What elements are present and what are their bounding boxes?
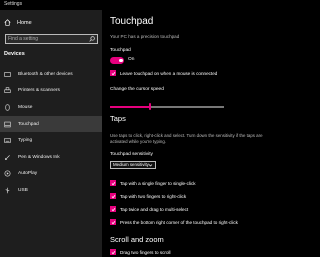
checkmark-icon xyxy=(111,220,115,224)
corner-right-click-label: Press the bottom right corner of the tou… xyxy=(120,220,238,225)
single-click-label: Tap with a single finger to single-click xyxy=(120,181,196,186)
taps-description: Use taps to click, right-click and selec… xyxy=(110,133,263,144)
multi-select-checkbox[interactable] xyxy=(110,206,116,212)
leave-on-checkbox[interactable] xyxy=(110,70,116,76)
sidebar-item-label: Touchpad xyxy=(18,121,39,127)
page-subtitle: Your PC has a precision touchpad xyxy=(110,34,180,39)
sidebar-item-label: Typing xyxy=(18,138,33,144)
sidebar-item-label: AutoPlay xyxy=(18,171,38,177)
checkmark-icon xyxy=(111,181,115,185)
scroll-zoom-heading: Scroll and zoom xyxy=(110,235,164,244)
sidebar-item-printers[interactable]: Printers & scanners xyxy=(0,83,102,100)
drag-scroll-checkbox[interactable] xyxy=(110,249,116,255)
search-input[interactable] xyxy=(8,35,84,43)
search-icon[interactable] xyxy=(89,36,95,42)
sidebar-item-mouse[interactable]: Mouse xyxy=(0,99,102,116)
sidebar-item-typing[interactable]: Typing xyxy=(0,132,102,149)
checkmark-icon xyxy=(111,250,115,254)
keyboard-icon xyxy=(4,137,11,144)
right-click-label: Tap with two fingers to right-click xyxy=(120,194,187,199)
sidebar-item-usb[interactable]: USB xyxy=(0,182,102,199)
sidebar: Home Devices Bluetooth & other devices P… xyxy=(0,10,102,257)
home-label: Home xyxy=(17,19,32,26)
sidebar-item-touchpad[interactable]: Touchpad xyxy=(0,115,102,133)
slider-fill xyxy=(110,106,150,108)
pen-icon xyxy=(4,154,11,161)
sidebar-item-label: Printers & scanners xyxy=(18,88,60,94)
printer-icon xyxy=(4,87,11,94)
multi-select-label: Tap twice and drag to multi-select xyxy=(120,207,189,212)
checkmark-icon xyxy=(111,194,115,198)
cursor-speed-slider[interactable] xyxy=(110,103,224,110)
sidebar-item-pen[interactable]: Pen & Windows Ink xyxy=(0,149,102,166)
right-click-checkbox[interactable] xyxy=(110,193,116,199)
bluetooth-icon xyxy=(4,71,11,78)
toggle-state-text: On xyxy=(128,57,135,62)
usb-icon xyxy=(4,187,11,194)
sensitivity-value: Medium sensitivity xyxy=(113,162,149,167)
taps-heading: Taps xyxy=(110,114,126,123)
sidebar-item-autoplay[interactable]: AutoPlay xyxy=(0,166,102,183)
page-title: Touchpad xyxy=(110,16,154,27)
corner-right-click-checkbox[interactable] xyxy=(110,219,116,225)
touchpad-toggle-label: Touchpad xyxy=(110,48,131,53)
home-button[interactable]: Home xyxy=(4,19,32,26)
app-title: Settings xyxy=(4,1,23,7)
sensitivity-dropdown[interactable]: Medium sensitivity xyxy=(110,161,156,169)
sidebar-item-bluetooth[interactable]: Bluetooth & other devices xyxy=(0,66,102,83)
sidebar-item-label: Pen & Windows Ink xyxy=(18,154,60,160)
sidebar-item-label: USB xyxy=(18,187,28,193)
cursor-speed-label: Change the cursor speed xyxy=(110,87,164,92)
autoplay-icon xyxy=(4,170,11,177)
touchpad-toggle[interactable] xyxy=(110,57,124,64)
chevron-down-icon xyxy=(148,164,153,167)
sidebar-item-label: Mouse xyxy=(18,104,33,110)
mouse-icon xyxy=(4,104,11,111)
title-bar: Settings xyxy=(0,0,300,10)
single-click-checkbox[interactable] xyxy=(110,180,116,186)
sidebar-item-label: Bluetooth & other devices xyxy=(18,71,73,77)
checkmark-icon xyxy=(111,207,115,211)
sidebar-nav: Bluetooth & other devices Printers & sca… xyxy=(0,66,102,199)
drag-scroll-label: Drag two fingers to scroll xyxy=(120,250,171,255)
touchpad-icon xyxy=(4,121,11,128)
sidebar-section-title: Devices xyxy=(4,51,25,57)
checkmark-icon xyxy=(111,71,115,75)
main-panel: Touchpad Your PC has a precision touchpa… xyxy=(102,10,300,257)
slider-thumb[interactable] xyxy=(148,103,152,110)
leave-on-label: Leave touchpad on when a mouse is connec… xyxy=(120,71,218,76)
search-box[interactable] xyxy=(5,34,98,44)
sensitivity-label: Touchpad sensitivity xyxy=(110,152,153,157)
home-icon xyxy=(4,19,11,26)
